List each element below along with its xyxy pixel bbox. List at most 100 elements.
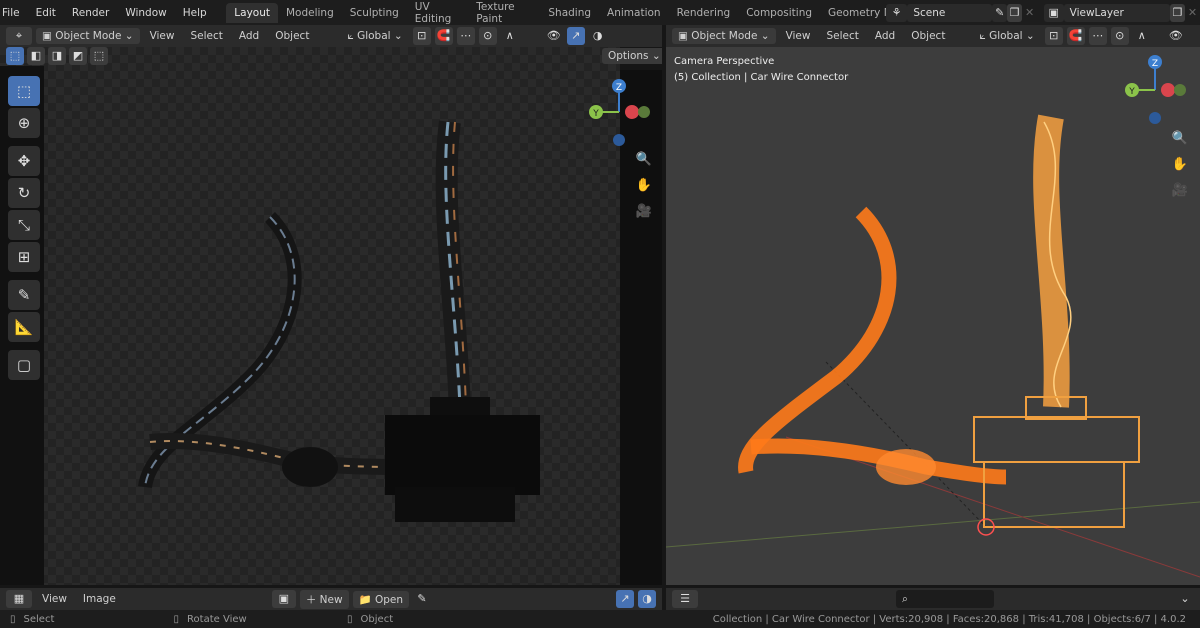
scene-field[interactable]: Scene bbox=[907, 3, 993, 22]
mode-select[interactable]: ▣ Object Mode ⌄ bbox=[36, 28, 140, 44]
right-viewport-header: ▣ Object Mode ⌄ View Select Add Object ⟀… bbox=[666, 25, 1200, 47]
z-axis-label-right: Z bbox=[1152, 59, 1158, 69]
menu-file[interactable]: File bbox=[0, 7, 28, 19]
pivot-icon-right[interactable]: ⊡ bbox=[1044, 27, 1063, 45]
filter-dropdown-icon[interactable]: ⌄ bbox=[1176, 590, 1194, 608]
orientation-label: Global bbox=[357, 29, 391, 42]
gizmo-icon[interactable]: ↗ bbox=[566, 27, 585, 45]
zoom-icon-right[interactable]: 🔍 bbox=[1169, 128, 1191, 150]
move-tool-icon[interactable]: ✥ bbox=[8, 146, 40, 176]
mode-select-right[interactable]: ▣ Object Mode ⌄ bbox=[672, 28, 776, 44]
snap-icon[interactable]: 🧲 bbox=[434, 27, 453, 45]
menu-render[interactable]: Render bbox=[64, 7, 117, 19]
annotate-tool-icon[interactable]: ✎ bbox=[8, 280, 40, 310]
scene-icon[interactable]: ⚘ bbox=[885, 3, 908, 22]
orientation-select-right[interactable]: ⟀ Global ⌄ bbox=[973, 28, 1040, 45]
new-scene-icon[interactable]: ❐ bbox=[1007, 3, 1023, 22]
view-layer-icon[interactable]: ▣ bbox=[1043, 3, 1064, 22]
cursor-tool-icon[interactable]: ⊕ bbox=[8, 108, 40, 138]
image-browse-icon[interactable]: ▣ bbox=[271, 590, 296, 608]
falloff-icon[interactable]: ∧ bbox=[501, 27, 519, 45]
left-axis-gizmo[interactable]: Z Y bbox=[584, 76, 654, 148]
mouse-left-icon: ▯ bbox=[10, 613, 16, 625]
tab-geometry-nodes[interactable]: Geometry Node bbox=[820, 3, 886, 23]
open-label: Open bbox=[374, 593, 404, 606]
status-bar: ▯ Select ▯ Rotate View ▯ Object Collecti… bbox=[0, 610, 1200, 628]
camera-icon[interactable]: 🎥 bbox=[633, 201, 655, 223]
orientation-select[interactable]: ⟀ Global ⌄ bbox=[341, 28, 408, 45]
new-view-layer-icon[interactable]: ❐ bbox=[1170, 3, 1186, 22]
close-icon[interactable]: ✕ bbox=[1022, 4, 1037, 22]
pan-hand-icon[interactable]: ✋ bbox=[633, 175, 655, 197]
viewport-title: Camera Perspective bbox=[674, 56, 775, 67]
menu-object-right[interactable]: Object bbox=[905, 28, 951, 44]
tab-rendering[interactable]: Rendering bbox=[669, 3, 739, 23]
tab-sculpting[interactable]: Sculpting bbox=[342, 3, 407, 23]
y-axis-label-right: Y bbox=[1128, 87, 1135, 97]
tab-compositing[interactable]: Compositing bbox=[738, 3, 820, 23]
right-viewport[interactable] bbox=[665, 47, 1200, 585]
options-button[interactable]: Options ⌄ bbox=[602, 48, 667, 64]
left-viewport[interactable] bbox=[0, 47, 620, 585]
pan-hand-icon-right[interactable]: ✋ bbox=[1169, 154, 1191, 176]
menu-object[interactable]: Object bbox=[269, 28, 315, 44]
image-menu-view[interactable]: View bbox=[36, 591, 73, 607]
tab-shading[interactable]: Shading bbox=[540, 3, 599, 23]
rotate-tool-icon[interactable]: ↻ bbox=[8, 178, 40, 208]
select-extend-icon[interactable]: ◧ bbox=[27, 47, 45, 65]
proportional-icon-right[interactable]: ⊙ bbox=[1110, 27, 1129, 45]
pin-image-icon[interactable]: ✎ bbox=[413, 590, 431, 608]
top-bar: File Edit Render Window Help Layout Mode… bbox=[0, 0, 1200, 25]
menu-window[interactable]: Window bbox=[117, 7, 174, 19]
new-image-button[interactable]: ＋ New bbox=[299, 589, 349, 609]
menu-add-right[interactable]: Add bbox=[869, 28, 901, 44]
search-input[interactable]: ⌕ bbox=[896, 590, 994, 608]
falloff-icon-right[interactable]: ∧ bbox=[1133, 27, 1151, 45]
image-menu-image[interactable]: Image bbox=[77, 591, 122, 607]
select-intersect-icon[interactable]: ⬚ bbox=[90, 47, 108, 65]
select-invert-icon[interactable]: ◩ bbox=[69, 47, 87, 65]
menu-view[interactable]: View bbox=[144, 28, 181, 44]
camera-icon-right[interactable]: 🎥 bbox=[1169, 180, 1191, 202]
gizmo-toggle-icon[interactable]: ↗ bbox=[616, 590, 634, 608]
menu-view-right[interactable]: View bbox=[780, 28, 817, 44]
proportional-icon[interactable]: ⊙ bbox=[478, 27, 497, 45]
mode-label-right: Object Mode bbox=[691, 30, 758, 42]
right-axis-gizmo[interactable]: Z Y bbox=[1120, 54, 1190, 126]
pin-icon[interactable]: ✎ bbox=[992, 3, 1008, 22]
options-label: Options bbox=[608, 50, 649, 62]
zoom-icon[interactable]: 🔍 bbox=[633, 149, 655, 171]
new-label: New bbox=[319, 593, 343, 606]
snap-icon-right[interactable]: 🧲 bbox=[1066, 27, 1085, 45]
overlay-icon[interactable]: ◑ bbox=[589, 27, 607, 45]
tab-modeling[interactable]: Modeling bbox=[278, 3, 342, 23]
close-view-layer-icon[interactable]: ✕ bbox=[1185, 4, 1200, 22]
visibility-icon[interactable]: 👁 bbox=[545, 27, 563, 45]
snap-target-icon[interactable]: ⋯ bbox=[456, 27, 475, 45]
scale-tool-icon[interactable]: ⤡ bbox=[8, 210, 40, 240]
transform-tool-icon[interactable]: ⊞ bbox=[8, 242, 40, 272]
editor-type-icon[interactable]: ⌖ bbox=[6, 27, 32, 45]
menu-select-right[interactable]: Select bbox=[820, 28, 864, 44]
visibility-icon-right[interactable]: 👁 bbox=[1167, 27, 1185, 45]
tab-animation[interactable]: Animation bbox=[599, 3, 669, 23]
menu-edit[interactable]: Edit bbox=[28, 7, 64, 19]
image-editor-type-icon[interactable]: ▦ bbox=[6, 590, 32, 608]
snap-target-icon-right[interactable]: ⋯ bbox=[1088, 27, 1107, 45]
image-editor-header: ▦ View Image ▣ ＋ New 📁 Open ✎ ↗ ◑ bbox=[0, 588, 662, 610]
add-cube-tool-icon[interactable]: ▢ bbox=[8, 350, 40, 380]
select-box-tool-icon[interactable]: ⬚ bbox=[8, 76, 40, 106]
display-mode-icon[interactable]: ☰ bbox=[672, 590, 698, 608]
menu-select[interactable]: Select bbox=[184, 28, 228, 44]
y-axis-label: Y bbox=[592, 109, 599, 119]
pivot-icon[interactable]: ⊡ bbox=[412, 27, 431, 45]
menu-help[interactable]: Help bbox=[175, 7, 215, 19]
view-layer-field[interactable]: ViewLayer bbox=[1063, 3, 1171, 22]
tab-layout[interactable]: Layout bbox=[226, 2, 278, 23]
select-subtract-icon[interactable]: ◨ bbox=[48, 47, 66, 65]
select-new-icon[interactable]: ⬚ bbox=[6, 47, 24, 65]
measure-tool-icon[interactable]: 📐 bbox=[8, 312, 40, 342]
open-image-button[interactable]: 📁 Open bbox=[352, 590, 410, 608]
overlay-toggle-icon[interactable]: ◑ bbox=[638, 590, 656, 608]
menu-add[interactable]: Add bbox=[233, 28, 265, 44]
